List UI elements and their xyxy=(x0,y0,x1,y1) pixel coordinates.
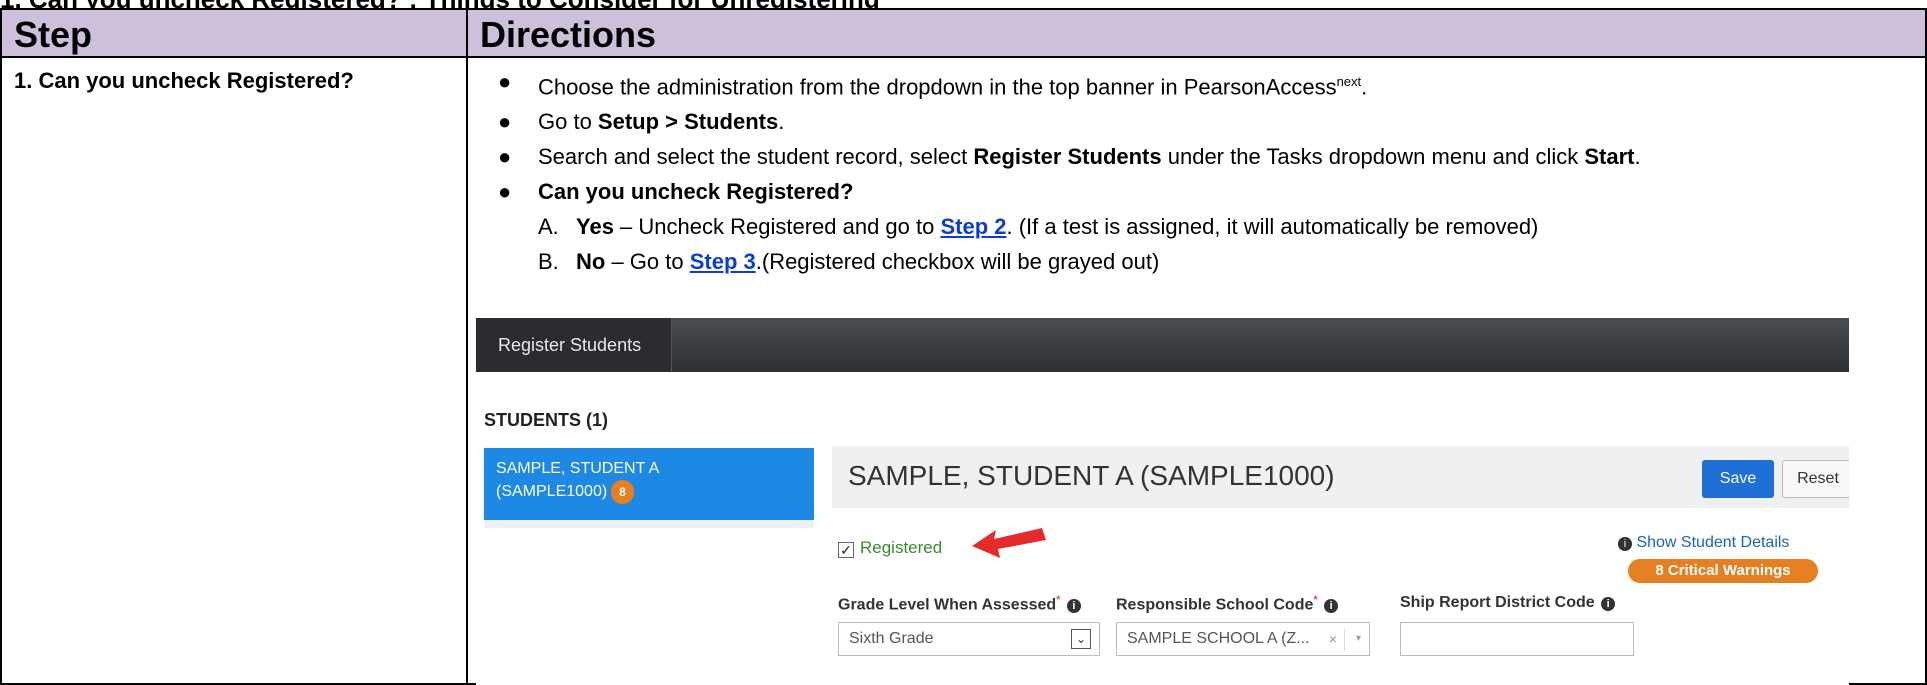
question-text: Can you uncheck Registered? xyxy=(538,179,854,205)
task-name-text: Register Students xyxy=(973,144,1162,170)
reset-button[interactable]: Reset xyxy=(1782,460,1849,498)
field-label-text: Ship Report District Code xyxy=(1400,594,1595,611)
student-name: SAMPLE, STUDENT A xyxy=(496,460,660,477)
superscript-text: next xyxy=(1336,74,1362,89)
registered-label: Registered xyxy=(860,538,943,557)
divider xyxy=(1344,629,1345,651)
direction-text: Choose the administration from the dropd… xyxy=(538,74,1337,100)
clear-icon[interactable]: × xyxy=(1329,623,1337,655)
step-cell: 1. Can you uncheck Registered? xyxy=(0,56,468,685)
bullet-icon: ● xyxy=(498,69,512,94)
student-detail-title: SAMPLE, STUDENT A (SAMPLE1000) xyxy=(848,460,1335,491)
grade-level-label: Grade Level When Assessed* i xyxy=(838,594,1081,614)
list-item: ● Choose the administration from the drop… xyxy=(476,64,1925,104)
step-3-link[interactable]: Step 3 xyxy=(690,249,756,274)
info-icon: i xyxy=(1066,599,1081,614)
ship-report-district-input[interactable] xyxy=(1400,622,1634,656)
register-students-screenshot: Register Students STUDENTS (1) SAMPLE, S… xyxy=(476,318,1849,685)
save-button[interactable]: Save xyxy=(1702,460,1774,498)
registered-checkbox[interactable]: ✓ xyxy=(838,542,854,558)
direction-text: . (If a test is assigned, it will automa… xyxy=(1006,214,1539,240)
responsible-school-select[interactable]: SAMPLE SCHOOL A (Z... × ▾ xyxy=(1116,622,1370,656)
responsible-school-label: Responsible School Code* i xyxy=(1116,594,1339,614)
ship-report-district-label: Ship Report District Code i xyxy=(1400,594,1616,612)
list-item: ● Can you uncheck Registered? A. Yes – Unc… xyxy=(476,174,1925,279)
list-letter: A. xyxy=(538,214,559,240)
students-count: STUDENTS (1) xyxy=(484,410,609,430)
directions-list: ● Choose the administration from the drop… xyxy=(476,64,1925,279)
direction-text: – Go to xyxy=(605,249,690,275)
start-text: Start xyxy=(1584,144,1635,170)
list-letter: B. xyxy=(538,249,559,275)
bullet-icon: ● xyxy=(498,144,512,170)
registered-checkbox-row[interactable]: ✓ Registered xyxy=(838,538,942,558)
answer-list: A. Yes – Uncheck Registered and go to Ste… xyxy=(538,209,1925,279)
list-item: ● Search and select the student record, s… xyxy=(476,139,1925,174)
direction-text: – Uncheck Registered and go to xyxy=(613,214,941,240)
info-icon: i xyxy=(1601,597,1616,611)
direction-text: .(Registered checkbox will be grayed out… xyxy=(755,249,1160,275)
info-icon: i xyxy=(1324,599,1339,614)
answer-yes: Yes xyxy=(576,214,614,240)
chevron-down-icon[interactable]: ⌄ xyxy=(1071,629,1091,649)
field-label-text: Grade Level When Assessed xyxy=(838,596,1057,614)
direction-text: Search and select the student record, se… xyxy=(538,144,974,170)
required-marker: * xyxy=(1056,594,1061,606)
student-detail-header: SAMPLE, STUDENT A (SAMPLE1000) Save Rese… xyxy=(832,446,1849,508)
responsible-school-value: SAMPLE SCHOOL A (Z... xyxy=(1127,630,1310,647)
answer-no: No xyxy=(576,249,606,275)
required-marker: * xyxy=(1313,594,1318,606)
bullet-icon: ● xyxy=(498,109,512,135)
tab-register-students[interactable]: Register Students xyxy=(476,318,672,372)
student-id: (SAMPLE1000) xyxy=(496,483,608,501)
table-header-row: Step Directions xyxy=(0,8,1927,58)
direction-text: . xyxy=(1634,144,1641,170)
grade-level-select[interactable]: Sixth Grade ⌄ xyxy=(838,622,1100,656)
directions-column-header: Directions xyxy=(466,8,1927,58)
menu-path-text: Setup > Students xyxy=(597,109,779,135)
info-icon: i xyxy=(1618,537,1632,551)
show-details-label: Show Student Details xyxy=(1636,534,1790,551)
list-item[interactable]: SAMPLE, STUDENT A (SAMPLE1000) 8 xyxy=(484,448,814,520)
direction-text: . xyxy=(1361,74,1368,100)
field-label-text: Responsible School Code xyxy=(1116,596,1314,614)
direction-text: under the Tasks dropdown menu and click xyxy=(1161,144,1585,170)
task-tab-bar: Register Students xyxy=(476,318,1849,372)
caret-down-icon[interactable]: ▾ xyxy=(1356,623,1361,655)
answer-item-yes: A. Yes – Uncheck Registered and go to Ste… xyxy=(538,209,1925,244)
bullet-icon: ● xyxy=(498,179,512,205)
direction-text: . xyxy=(778,109,785,135)
show-student-details-link[interactable]: i Show Student Details xyxy=(1616,534,1789,552)
step-column-header: Step xyxy=(0,8,468,58)
red-arrow-icon xyxy=(972,528,1046,558)
step-2-link[interactable]: Step 2 xyxy=(940,214,1006,239)
critical-warnings-badge[interactable]: 8 Critical Warnings xyxy=(1628,559,1818,583)
answer-item-no: B. No – Go to Step 3.(Registered checkbox… xyxy=(538,244,1925,279)
student-list: SAMPLE, STUDENT A (SAMPLE1000) 8 xyxy=(484,448,814,528)
warning-count-badge: 8 xyxy=(611,480,634,504)
list-item: ● Go to Setup > Students. xyxy=(476,104,1925,139)
direction-text: Go to xyxy=(538,109,598,135)
grade-level-value: Sixth Grade xyxy=(849,630,934,647)
